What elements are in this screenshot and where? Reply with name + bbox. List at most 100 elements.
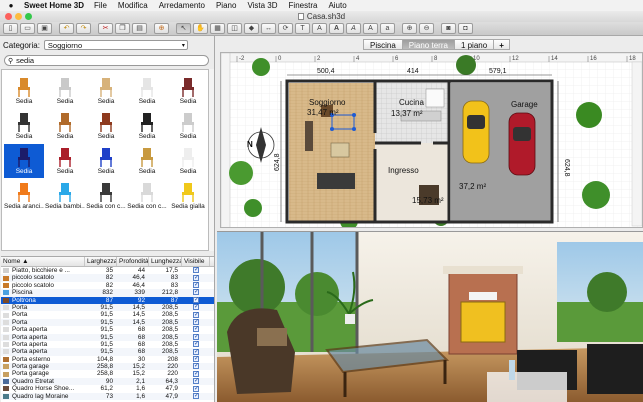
add-level-button[interactable]: +	[493, 39, 510, 50]
minimize-window-icon[interactable]	[15, 13, 22, 20]
catalog-item[interactable]: Sedia	[168, 109, 208, 143]
create-walls-icon[interactable]: ▦	[210, 23, 225, 34]
catalog-item[interactable]: Sedia	[168, 144, 208, 178]
app-name-menu[interactable]: Sweet Home 3D	[24, 1, 84, 10]
copy-icon[interactable]: ❐	[115, 23, 130, 34]
col-name[interactable]: Nome ▲	[1, 257, 85, 266]
catalog-item[interactable]: Sedia	[127, 109, 167, 143]
menu-arredamento[interactable]: Arredamento	[159, 1, 205, 10]
visible-checkbox[interactable]: ✓	[193, 378, 199, 385]
menu-modifica[interactable]: Modifica	[118, 1, 148, 10]
redo-icon[interactable]: ↷	[76, 23, 91, 34]
video-icon[interactable]: ◘	[458, 23, 473, 34]
bold-icon[interactable]: A	[329, 23, 344, 34]
visible-checkbox[interactable]: ✓	[193, 282, 199, 289]
paste-icon[interactable]: ▤	[132, 23, 147, 34]
catalog-item[interactable]: Sedia	[45, 109, 85, 143]
visible-checkbox[interactable]: ✓	[193, 370, 199, 377]
increase-text-icon[interactable]: A	[363, 23, 378, 34]
visible-checkbox[interactable]: ✓	[193, 319, 199, 326]
col-height[interactable]: Lunghezza	[149, 257, 182, 266]
catalog-item[interactable]: Sedia	[127, 74, 167, 108]
rotate-icon[interactable]: ⟳	[278, 23, 293, 34]
save-icon[interactable]: ▣	[37, 23, 52, 34]
table-row[interactable]: piccolo scatolo 82 46,4 83 ✓	[1, 274, 214, 282]
pan-icon[interactable]: ✋	[193, 23, 208, 34]
table-row[interactable]: Porta aperta 91,5 68 208,5 ✓	[1, 326, 214, 333]
visible-checkbox[interactable]: ✓	[193, 341, 199, 348]
tab-piscina[interactable]: Piscina	[363, 39, 403, 50]
table-row[interactable]: Porta 91,5 14,5 208,5 ✓	[1, 311, 214, 318]
catalog-item[interactable]: Sedia	[86, 144, 126, 178]
catalog-scrollbar[interactable]	[209, 69, 214, 251]
plan-canvas[interactable]: -2 0 2 4 6 8 10 12 14 16 18 N Soggiorno …	[220, 52, 643, 228]
menu-aiuto[interactable]: Aiuto	[328, 1, 346, 10]
table-row[interactable]: Porta 91,5 14,5 208,5 ✓	[1, 303, 214, 312]
visible-checkbox[interactable]: ✓	[193, 348, 199, 355]
catalog-item[interactable]: Sedia	[127, 144, 167, 178]
open-icon[interactable]: ▭	[20, 23, 35, 34]
visible-checkbox[interactable]: ✓	[193, 363, 199, 370]
close-window-icon[interactable]	[5, 13, 12, 20]
decrease-text-icon[interactable]: a	[380, 23, 395, 34]
visible-checkbox[interactable]: ✓	[193, 274, 199, 281]
zoom-window-icon[interactable]	[25, 13, 32, 20]
search-input[interactable]: ⚲ sedia	[4, 55, 209, 66]
table-row[interactable]: Porta esterno 104,8 30 208 ✓	[1, 356, 214, 363]
table-row[interactable]: Piatto, bicchiere e ... 35 44 17,5 ✓	[1, 267, 214, 274]
visible-checkbox[interactable]: ✓	[193, 392, 199, 399]
col-depth[interactable]: Profondità	[117, 257, 149, 266]
catalog-item[interactable]: Sedia	[168, 74, 208, 108]
catalog-item[interactable]: Sedia aranci...	[4, 179, 44, 213]
table-row[interactable]: Quadro lag Moraine 73 1,6 47,9 ✓	[1, 392, 214, 401]
table-row[interactable]: Porta aperta 91,5 68 208,5 ✓	[1, 348, 214, 356]
new-icon[interactable]: ▯	[3, 23, 18, 34]
undo-icon[interactable]: ↶	[59, 23, 74, 34]
catalog-item[interactable]: Sedia bambi...	[45, 179, 85, 213]
menu-finestra[interactable]: Finestra	[289, 1, 318, 10]
menu-vista-3d[interactable]: Vista 3D	[247, 1, 277, 10]
visible-checkbox[interactable]: ✓	[193, 385, 199, 392]
create-polylines-icon[interactable]: ◆	[244, 23, 259, 34]
catalog-item[interactable]: Sedia	[45, 74, 85, 108]
visible-checkbox[interactable]: ✓	[193, 356, 199, 362]
table-row[interactable]: Porta 91,5 14,5 208,5 ✓	[1, 318, 214, 327]
table-row[interactable]: piccolo scatolo 82 46,4 83 ✓	[1, 282, 214, 289]
3d-view[interactable]	[217, 231, 643, 402]
catalog-item[interactable]: Sedia gialla	[168, 179, 208, 213]
catalog-item[interactable]: Sedia con c...	[86, 179, 126, 213]
catalog-item[interactable]: Sedia	[4, 109, 44, 143]
menu-file[interactable]: File	[94, 1, 107, 10]
visible-checkbox[interactable]: ✓	[193, 267, 199, 274]
tab-1-piano[interactable]: 1 piano	[453, 39, 495, 50]
select-icon[interactable]: ↖	[176, 23, 191, 34]
visible-checkbox[interactable]: ✓	[193, 304, 199, 311]
catalog-item[interactable]: Sedia	[86, 109, 126, 143]
catalog-item[interactable]: Sedia	[4, 74, 44, 108]
table-row[interactable]: Porta aperta 91,5 68 208,5 ✓	[1, 341, 214, 348]
photo-icon[interactable]: ◙	[441, 23, 456, 34]
table-row[interactable]: Porta garage 258,8 15,2 220 ✓	[1, 370, 214, 377]
category-select[interactable]: Soggiorno ▾	[43, 40, 188, 50]
table-row[interactable]: Poltrona 87 92 87 ✓	[1, 296, 214, 304]
apple-menu-icon[interactable]: ●	[6, 1, 16, 10]
create-dimensions-icon[interactable]: ↔	[261, 23, 276, 34]
zoom-in-icon[interactable]: ⊕	[402, 23, 417, 34]
col-width[interactable]: Larghezza	[85, 257, 117, 266]
catalog-item[interactable]: Sedia con c...	[127, 179, 167, 213]
cut-icon[interactable]: ✂	[98, 23, 113, 34]
catalog-item[interactable]: Sedia	[4, 144, 44, 178]
add-furniture-icon[interactable]: ⊕	[154, 23, 169, 34]
menu-piano[interactable]: Piano	[216, 1, 236, 10]
table-row[interactable]: Piscina 832 339 212,8 ✓	[1, 289, 214, 297]
tab-piano-terra[interactable]: Piano terra	[401, 39, 455, 50]
col-visible[interactable]: Visibile	[182, 257, 210, 266]
add-text-icon[interactable]: T	[295, 23, 310, 34]
catalog-item[interactable]: Sedia	[86, 74, 126, 108]
catalog-item[interactable]: Sedia	[45, 144, 85, 178]
create-rooms-icon[interactable]: ◫	[227, 23, 242, 34]
visible-checkbox[interactable]: ✓	[193, 326, 199, 333]
visible-checkbox[interactable]: ✓	[193, 333, 199, 340]
table-row[interactable]: Quadro Etretat 90 2,1 64,3 ✓	[1, 377, 214, 386]
italic-icon[interactable]: A	[346, 23, 361, 34]
